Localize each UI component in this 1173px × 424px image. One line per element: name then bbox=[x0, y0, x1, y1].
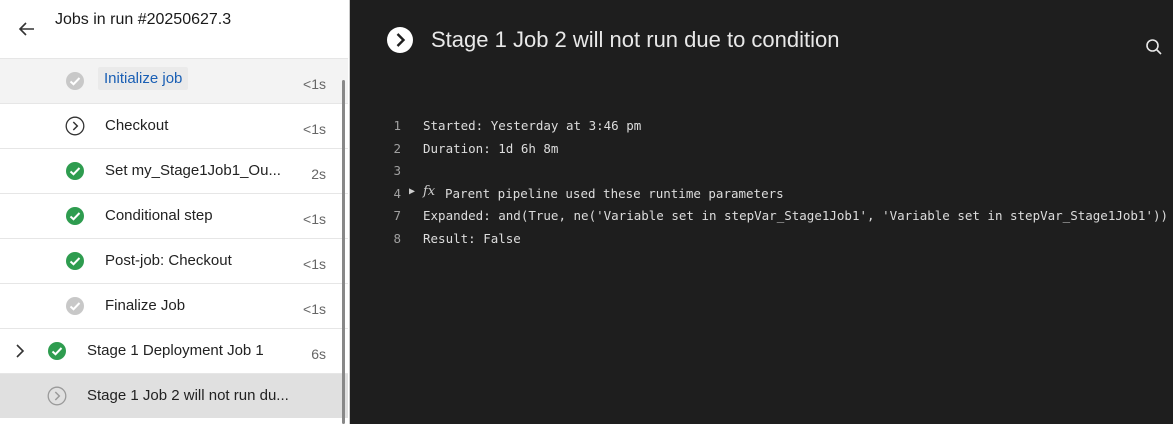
log-output: 1 Started: Yesterday at 3:46 pm 2 Durati… bbox=[351, 116, 1173, 251]
step-row-initialize-job[interactable]: Initialize job <1s bbox=[0, 58, 348, 103]
step-label: Set my_Stage1Job1_Ou... bbox=[105, 162, 281, 179]
step-list: Initialize job <1s Checkout <1s Set my_S… bbox=[0, 58, 348, 418]
step-label: Checkout bbox=[105, 117, 169, 134]
log-line: 2 Duration: 1d 6h 8m bbox=[351, 139, 1173, 162]
success-check-icon bbox=[66, 252, 84, 270]
step-row-post-job-checkout[interactable]: Post-job: Checkout <1s bbox=[0, 238, 348, 283]
step-duration: <1s bbox=[303, 211, 326, 227]
step-label: Post-job: Checkout bbox=[105, 252, 232, 269]
expand-triangle-icon[interactable]: ▶ bbox=[409, 186, 415, 197]
job-label: Stage 1 Job 2 will not run du... bbox=[87, 387, 289, 404]
step-duration: <1s bbox=[303, 256, 326, 272]
search-icon[interactable] bbox=[1145, 38, 1163, 56]
line-text: Parent pipeline used these runtime param… bbox=[445, 185, 784, 201]
job-row-stage1-job2[interactable]: Stage 1 Job 2 will not run du... bbox=[0, 373, 348, 418]
line-text: Expanded: and(True, ne('Variable set in … bbox=[423, 208, 1169, 223]
job-label: Stage 1 Deployment Job 1 bbox=[87, 342, 264, 359]
log-line: 8 Result: False bbox=[351, 229, 1173, 252]
step-row-checkout[interactable]: Checkout <1s bbox=[0, 103, 348, 148]
back-arrow-icon[interactable] bbox=[16, 18, 38, 40]
step-row-conditional-step[interactable]: Conditional step <1s bbox=[0, 193, 348, 238]
success-check-icon bbox=[66, 207, 84, 225]
chevron-right-icon[interactable] bbox=[12, 342, 28, 360]
line-number: 2 bbox=[393, 140, 401, 156]
jobs-title: Jobs in run #20250627.3 bbox=[55, 11, 232, 28]
step-label: Conditional step bbox=[105, 207, 213, 224]
line-text: Duration: 1d 6h 8m bbox=[423, 140, 559, 156]
step-duration: <1s bbox=[303, 76, 326, 92]
log-line: 1 Started: Yesterday at 3:46 pm bbox=[351, 116, 1173, 139]
step-duration: 2s bbox=[311, 166, 326, 182]
line-text: Started: Yesterday at 3:46 pm bbox=[423, 118, 642, 133]
scrollbar[interactable] bbox=[342, 80, 345, 424]
step-label: Initialize job bbox=[98, 67, 189, 90]
job-title: Stage 1 Job 2 will not run due to condit… bbox=[431, 27, 840, 52]
line-number: 7 bbox=[393, 208, 401, 223]
step-row-set-output[interactable]: Set my_Stage1Job1_Ou... 2s bbox=[0, 148, 348, 193]
line-number: 1 bbox=[393, 118, 401, 133]
log-line: 3 bbox=[351, 161, 1173, 184]
step-row-finalize-job[interactable]: Finalize Job <1s bbox=[0, 283, 348, 328]
step-duration: <1s bbox=[303, 301, 326, 317]
line-number: 8 bbox=[393, 230, 401, 246]
log-pane: Stage 1 Job 2 will not run due to condit… bbox=[351, 0, 1173, 424]
log-line: 7 Expanded: and(True, ne('Variable set i… bbox=[351, 206, 1173, 229]
line-text: Result: False bbox=[423, 230, 521, 246]
skipped-check-icon bbox=[66, 72, 84, 90]
line-number: 3 bbox=[393, 163, 401, 178]
skipped-check-icon bbox=[66, 297, 84, 315]
function-icon: fx bbox=[423, 183, 436, 199]
success-check-icon bbox=[66, 162, 84, 180]
job-duration: 6s bbox=[311, 346, 326, 362]
not-run-status-icon bbox=[387, 27, 413, 53]
job-row-stage1-deployment-job1[interactable]: Stage 1 Deployment Job 1 6s bbox=[0, 328, 348, 373]
success-check-icon bbox=[48, 342, 66, 360]
step-duration: <1s bbox=[303, 121, 326, 137]
jobs-pane: Jobs in run #20250627.3 Initialize job <… bbox=[0, 0, 350, 424]
line-number: 4 bbox=[393, 185, 401, 201]
log-line-collapsible[interactable]: 4 ▶ fx Parent pipeline used these runtim… bbox=[351, 184, 1173, 207]
not-run-icon bbox=[47, 386, 67, 406]
step-label: Finalize Job bbox=[105, 297, 186, 314]
jobs-header: Jobs in run #20250627.3 bbox=[0, 0, 350, 58]
not-run-icon bbox=[65, 116, 85, 136]
